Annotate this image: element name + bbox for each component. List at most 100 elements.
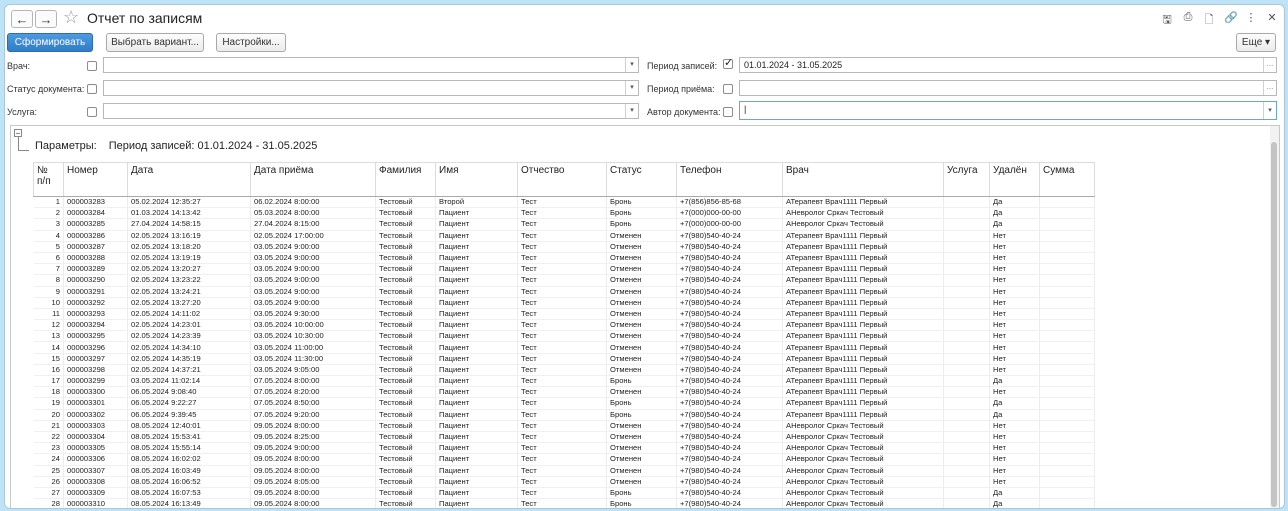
- service-checkbox[interactable]: [87, 107, 97, 117]
- table-cell: 02.05.2024 13:27:20: [127, 297, 251, 309]
- table-cell: +7(980)540-40-24: [676, 431, 783, 444]
- appointment-period-checkbox[interactable]: [723, 84, 733, 94]
- table-row[interactable]: 26 000003308 08.05.2024 16:06:52 09.05.2024…: [33, 476, 1095, 488]
- close-icon[interactable]: ✕: [1266, 11, 1278, 30]
- more-vertical-icon[interactable]: ⋮: [1245, 11, 1257, 30]
- table-cell: Тест: [517, 241, 607, 253]
- table-row[interactable]: 4 000003286 02.05.2024 13:16:19 02.05.2024 …: [33, 230, 1095, 242]
- doc-status-checkbox[interactable]: [87, 84, 97, 94]
- print-icon[interactable]: ⎙: [1182, 11, 1194, 30]
- table-cell: 02.05.2024 13:19:19: [127, 252, 251, 265]
- table-row[interactable]: 15 000003297 02.05.2024 14:35:19 03.05.2024…: [33, 353, 1095, 365]
- forward-button[interactable]: →: [35, 10, 57, 28]
- doctor-input[interactable]: ▾: [103, 57, 639, 73]
- report-area[interactable]: − Параметры: Период записей: 01.01.2024 -…: [10, 125, 1280, 508]
- table-cell: АТерапевт Врач1111 Первый: [782, 386, 944, 399]
- table-row[interactable]: 23 000003305 08.05.2024 15:55:14 09.05.2024…: [33, 442, 1095, 455]
- period-select-button[interactable]: …: [1263, 58, 1276, 72]
- table-cell: Нет: [989, 453, 1040, 466]
- table-cell: Тест: [517, 341, 607, 354]
- table-row[interactable]: 10 000003292 02.05.2024 13:27:20 03.05.2024…: [33, 297, 1095, 309]
- table-body: 1 000003283 05.02.2024 12:35:27 06.02.2024 …: [33, 196, 1095, 508]
- table-cell: Пациент: [435, 386, 518, 399]
- save-icon[interactable]: 🖫: [1161, 11, 1173, 30]
- table-cell: [1039, 263, 1095, 276]
- table-row[interactable]: 6 000003288 02.05.2024 13:19:19 03.05.2024 …: [33, 252, 1095, 265]
- table-cell: Отменен: [606, 297, 677, 309]
- table-row[interactable]: 5 000003287 02.05.2024 13:18:20 03.05.2024 …: [33, 241, 1095, 253]
- table-row[interactable]: 27 000003309 08.05.2024 16:07:53 09.05.2024…: [33, 487, 1095, 500]
- record-period-input[interactable]: 01.01.2024 - 31.05.2025…: [739, 57, 1277, 73]
- table-row[interactable]: 7 000003289 02.05.2024 13:20:27 03.05.2024 …: [33, 263, 1095, 276]
- table-cell: АНевролог Сркач Тестовый: [782, 442, 944, 455]
- table-cell: 06.02.2024 8:00:00: [250, 196, 376, 209]
- table-cell: АНевролог Сркач Тестовый: [782, 218, 944, 231]
- table-row[interactable]: 28 000003310 08.05.2024 16:13:49 09.05.2024…: [33, 498, 1095, 508]
- table-row[interactable]: 16 000003298 02.05.2024 14:37:21 03.05.2024…: [33, 364, 1095, 377]
- doc-author-input[interactable]: | ▾: [739, 101, 1277, 120]
- table-cell: 02.05.2024 14:11:02: [127, 308, 251, 321]
- preview-icon[interactable]: 🗋: [1203, 11, 1215, 30]
- table-cell: 08.05.2024 16:02:02: [127, 453, 251, 466]
- params-value: Период записей: 01.01.2024 - 31.05.2025: [108, 140, 318, 152]
- table-cell: +7(980)540-40-24: [676, 274, 783, 287]
- link-icon[interactable]: 🔗: [1224, 11, 1238, 30]
- table-cell: Тестовый: [375, 218, 436, 231]
- table-row[interactable]: 8 000003290 02.05.2024 13:23:22 03.05.2024 …: [33, 274, 1095, 287]
- table-row[interactable]: 20 000003302 06.05.2024 9:39:45 07.05.2024 …: [33, 409, 1095, 421]
- doctor-checkbox[interactable]: [87, 61, 97, 71]
- table-row[interactable]: 11 000003293 02.05.2024 14:11:02 03.05.2024…: [33, 308, 1095, 321]
- record-period-checkbox[interactable]: [723, 56, 733, 69]
- service-input[interactable]: ▾: [103, 103, 639, 119]
- table-row[interactable]: 13 000003295 02.05.2024 14:23:39 03.05.2024…: [33, 330, 1095, 343]
- table-cell: АТерапевт Врач1111 Первый: [782, 308, 944, 321]
- table-cell: [1039, 297, 1095, 309]
- table-cell: 02.05.2024 14:23:39: [127, 330, 251, 343]
- scrollbar-thumb[interactable]: [1271, 142, 1277, 507]
- doc-author-checkbox[interactable]: [723, 107, 733, 117]
- table-cell: +7(980)540-40-24: [676, 420, 783, 432]
- settings-button[interactable]: Настройки...: [216, 33, 286, 52]
- table-row[interactable]: 2 000003284 01.03.2024 14:13:42 05.03.2024 …: [33, 207, 1095, 220]
- service-label: Услуга:: [7, 107, 37, 117]
- table-cell: 6: [33, 252, 64, 265]
- tree-line: [18, 137, 29, 151]
- table-row[interactable]: 24 000003306 08.05.2024 16:02:02 09.05.2024…: [33, 453, 1095, 466]
- table-row[interactable]: 12 000003294 02.05.2024 14:23:01 03.05.2024…: [33, 319, 1095, 332]
- vertical-scrollbar[interactable]: [1270, 126, 1279, 508]
- chevron-down-icon[interactable]: ▾: [625, 58, 638, 72]
- table-cell: [943, 218, 990, 231]
- favorite-star-icon[interactable]: ☆: [63, 7, 79, 28]
- table-row[interactable]: 9 000003291 02.05.2024 13:24:21 03.05.2024 …: [33, 286, 1095, 298]
- table-cell: АТерапевт Врач1111 Первый: [782, 286, 944, 298]
- chevron-down-icon[interactable]: ▾: [625, 104, 638, 118]
- table-row[interactable]: 21 000003303 08.05.2024 12:40:01 09.05.2024…: [33, 420, 1095, 432]
- table-cell: Бронь: [606, 409, 677, 421]
- chevron-down-icon[interactable]: ▾: [625, 81, 638, 95]
- doc-status-input[interactable]: ▾: [103, 80, 639, 96]
- period-select-button[interactable]: …: [1263, 81, 1276, 95]
- collapse-group-icon[interactable]: −: [14, 129, 22, 138]
- table-row[interactable]: 18 000003300 06.05.2024 9:08:40 07.05.2024 …: [33, 386, 1095, 399]
- table-cell: +7(980)540-40-24: [676, 252, 783, 265]
- table-cell: Да: [989, 409, 1040, 421]
- table-cell: Пациент: [435, 487, 518, 500]
- table-row[interactable]: 19 000003301 06.05.2024 9:22:27 07.05.2024 …: [33, 397, 1095, 410]
- table-cell: АНевролог Сркач Тестовый: [782, 207, 944, 220]
- table-row[interactable]: 25 000003307 08.05.2024 16:03:49 09.05.2024…: [33, 465, 1095, 477]
- appointment-period-input[interactable]: …: [739, 80, 1277, 96]
- doc-status-label: Статус документа:: [7, 84, 85, 94]
- table-row[interactable]: 3 000003285 27.04.2024 14:58:15 27.04.2024 …: [33, 218, 1095, 231]
- generate-button[interactable]: Сформировать: [7, 33, 93, 52]
- table-row[interactable]: 14 000003296 02.05.2024 14:34:10 03.05.2024…: [33, 341, 1095, 354]
- table-cell: Второй: [435, 196, 518, 209]
- table-row[interactable]: 22 000003304 08.05.2024 15:53:41 09.05.2024…: [33, 431, 1095, 444]
- back-button[interactable]: ←: [11, 10, 33, 28]
- table-cell: +7(980)540-40-24: [676, 409, 783, 421]
- more-button[interactable]: Еще ▾: [1236, 33, 1276, 52]
- choose-variant-button[interactable]: Выбрать вариант...: [106, 33, 204, 52]
- table-row[interactable]: 1 000003283 05.02.2024 12:35:27 06.02.2024 …: [33, 196, 1095, 209]
- table-cell: Тест: [517, 498, 607, 508]
- table-row[interactable]: 17 000003299 03.05.2024 11:02:14 07.05.2024…: [33, 375, 1095, 388]
- chevron-down-icon[interactable]: ▾: [1263, 102, 1276, 119]
